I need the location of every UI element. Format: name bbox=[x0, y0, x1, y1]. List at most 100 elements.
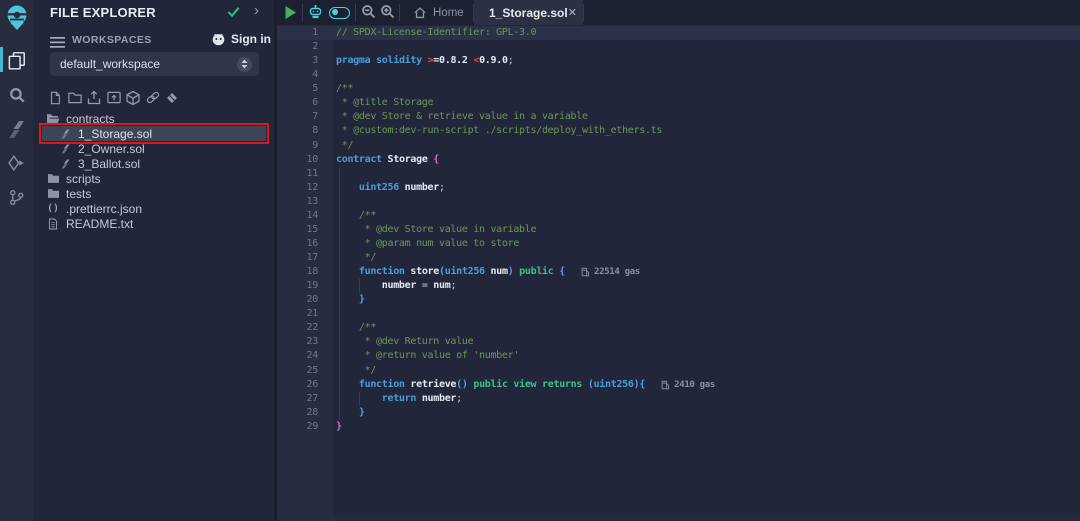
line-content: /** bbox=[336, 321, 376, 335]
line-content: * @dev Store & retrieve value in a varia… bbox=[336, 110, 588, 124]
create-new-file-icon[interactable] bbox=[47, 89, 63, 106]
tree-item-tests[interactable]: tests bbox=[33, 186, 274, 201]
file-explorer-panel: FILE EXPLORER › WORKSPACES bbox=[33, 0, 274, 521]
code-line-29[interactable]: 29} bbox=[277, 420, 1080, 434]
tab-separator bbox=[583, 4, 584, 21]
remix-logo[interactable] bbox=[0, 2, 33, 32]
sidebar-item-solidity-compiler[interactable] bbox=[0, 116, 33, 142]
line-number: 13 bbox=[277, 195, 318, 209]
code-line-8[interactable]: 8 * @custom:dev-run-script ./scripts/dep… bbox=[277, 124, 1080, 138]
code-line-28[interactable]: 28 } bbox=[277, 406, 1080, 420]
code-line-12[interactable]: 12 uint256 number; bbox=[277, 181, 1080, 195]
code-line-17[interactable]: 17 */ bbox=[277, 251, 1080, 265]
line-number: 27 bbox=[277, 392, 318, 406]
tree-item-3-ballot-sol[interactable]: 3_Ballot.sol bbox=[33, 156, 274, 171]
code-lines[interactable]: 1// SPDX-License-Identifier: GPL-3.023pr… bbox=[277, 26, 1080, 434]
line-content: /** bbox=[336, 82, 353, 96]
tree-item-label: tests bbox=[66, 187, 91, 201]
zoom-out-button[interactable] bbox=[361, 4, 376, 24]
code-line-1[interactable]: 1// SPDX-License-Identifier: GPL-3.0 bbox=[277, 26, 1080, 40]
code-line-27[interactable]: 27 return number; bbox=[277, 392, 1080, 406]
code-line-24[interactable]: 24 * @return value of 'number' bbox=[277, 349, 1080, 363]
play-icon bbox=[284, 5, 297, 20]
tree-item-scripts[interactable]: scripts bbox=[33, 171, 274, 186]
line-content: } bbox=[336, 293, 365, 307]
file-explorer-icon bbox=[7, 51, 26, 70]
line-content: * @dev Store value in variable bbox=[336, 223, 536, 237]
file-tree: contracts1_Storage.sol2_Owner.sol3_Ballo… bbox=[33, 111, 274, 231]
ai-copilot-toggle[interactable] bbox=[329, 7, 350, 19]
code-line-26[interactable]: 26 function retrieve() public view retur… bbox=[277, 378, 1080, 392]
line-number: 24 bbox=[277, 349, 318, 363]
sidebar-item-search[interactable] bbox=[0, 82, 33, 108]
code-line-4[interactable]: 4 bbox=[277, 68, 1080, 82]
remix-ai-button[interactable] bbox=[307, 4, 324, 26]
code-line-21[interactable]: 21 bbox=[277, 307, 1080, 321]
solidity-icon bbox=[58, 128, 72, 140]
sign-in-button[interactable]: Sign in bbox=[211, 32, 271, 46]
code-line-16[interactable]: 16 * @param num value to store bbox=[277, 237, 1080, 251]
collapse-chevron-button[interactable]: › bbox=[254, 2, 259, 19]
tree-item--prettierrc-json[interactable]: ().prettierrc.json bbox=[33, 201, 274, 216]
sidebar-item-file-explorer[interactable] bbox=[0, 47, 33, 73]
line-number: 19 bbox=[277, 279, 318, 293]
tree-item-1-storage-sol[interactable]: 1_Storage.sol bbox=[42, 126, 266, 141]
home-tab-label: Home bbox=[433, 7, 464, 19]
code-line-25[interactable]: 25 */ bbox=[277, 364, 1080, 378]
remix-logo-icon bbox=[4, 4, 30, 31]
upload-files-icon[interactable] bbox=[86, 89, 102, 106]
code-line-18[interactable]: 18 function store(uint256 num) public {2… bbox=[277, 265, 1080, 279]
code-line-13[interactable]: 13 bbox=[277, 195, 1080, 209]
run-script-button[interactable] bbox=[284, 5, 297, 25]
code-line-10[interactable]: 10contract Storage { bbox=[277, 153, 1080, 167]
line-content: * @param num value to store bbox=[336, 237, 519, 251]
code-line-11[interactable]: 11 bbox=[277, 167, 1080, 181]
code-editor[interactable]: 1// SPDX-License-Identifier: GPL-3.023pr… bbox=[277, 25, 1080, 521]
cube-icon[interactable] bbox=[125, 89, 141, 106]
code-line-20[interactable]: 20 } bbox=[277, 293, 1080, 307]
code-line-3[interactable]: 3pragma solidity >=0.8.2 <0.9.0; bbox=[277, 54, 1080, 68]
line-number: 23 bbox=[277, 335, 318, 349]
line-number: 17 bbox=[277, 251, 318, 265]
code-line-6[interactable]: 6 * @title Storage bbox=[277, 96, 1080, 110]
tree-item-label: scripts bbox=[66, 172, 101, 186]
tree-item-contracts[interactable]: contracts bbox=[33, 111, 274, 126]
code-line-5[interactable]: 5 /** bbox=[277, 82, 1080, 96]
sidebar-item-deploy-and-run[interactable] bbox=[0, 150, 33, 176]
line-number: 5 bbox=[277, 82, 318, 96]
robot-icon bbox=[307, 4, 324, 21]
workspace-select[interactable]: default_workspace bbox=[50, 52, 259, 76]
tree-item-2-owner-sol[interactable]: 2_Owner.sol bbox=[33, 141, 274, 156]
line-number: 26 bbox=[277, 378, 318, 392]
code-line-7[interactable]: 7 * @dev Store & retrieve value in a var… bbox=[277, 110, 1080, 124]
close-tab-icon[interactable]: ✕ bbox=[568, 6, 577, 19]
create-new-folder-icon[interactable] bbox=[67, 89, 83, 106]
line-number: 1 bbox=[277, 26, 318, 40]
tab-1-storage-sol[interactable]: 1_Storage.sol ✕ bbox=[474, 0, 583, 25]
remix-ide-window: FILE EXPLORER › WORKSPACES bbox=[0, 0, 1080, 521]
code-line-15[interactable]: 15 * @dev Store value in variable bbox=[277, 223, 1080, 237]
zoom-out-icon bbox=[361, 4, 376, 19]
diamond-icon[interactable] bbox=[164, 89, 180, 106]
zoom-in-button[interactable] bbox=[380, 4, 395, 24]
sidebar-item-git[interactable] bbox=[0, 184, 33, 210]
workspace-menu-button[interactable] bbox=[50, 35, 65, 53]
tree-item-label: README.txt bbox=[66, 217, 133, 231]
link-icon[interactable] bbox=[145, 89, 161, 106]
up-down-arrows-icon bbox=[240, 59, 249, 69]
code-line-22[interactable]: 22 /** bbox=[277, 321, 1080, 335]
upload-folder-icon[interactable] bbox=[106, 89, 122, 106]
line-number: 22 bbox=[277, 321, 318, 335]
line-number: 3 bbox=[277, 54, 318, 68]
code-line-14[interactable]: 14 /** bbox=[277, 209, 1080, 223]
code-line-2[interactable]: 2 bbox=[277, 40, 1080, 54]
tab-home[interactable]: Home bbox=[403, 0, 474, 25]
code-line-23[interactable]: 23 * @dev Return value bbox=[277, 335, 1080, 349]
tree-item-readme-txt[interactable]: README.txt bbox=[33, 216, 274, 231]
line-content: } bbox=[336, 420, 342, 434]
line-content: function retrieve() public view returns … bbox=[336, 378, 645, 392]
tree-item-label: 3_Ballot.sol bbox=[78, 157, 140, 171]
code-line-19[interactable]: 19 number = num; bbox=[277, 279, 1080, 293]
code-line-9[interactable]: 9 */ bbox=[277, 139, 1080, 153]
accept-check-button[interactable] bbox=[226, 4, 241, 24]
